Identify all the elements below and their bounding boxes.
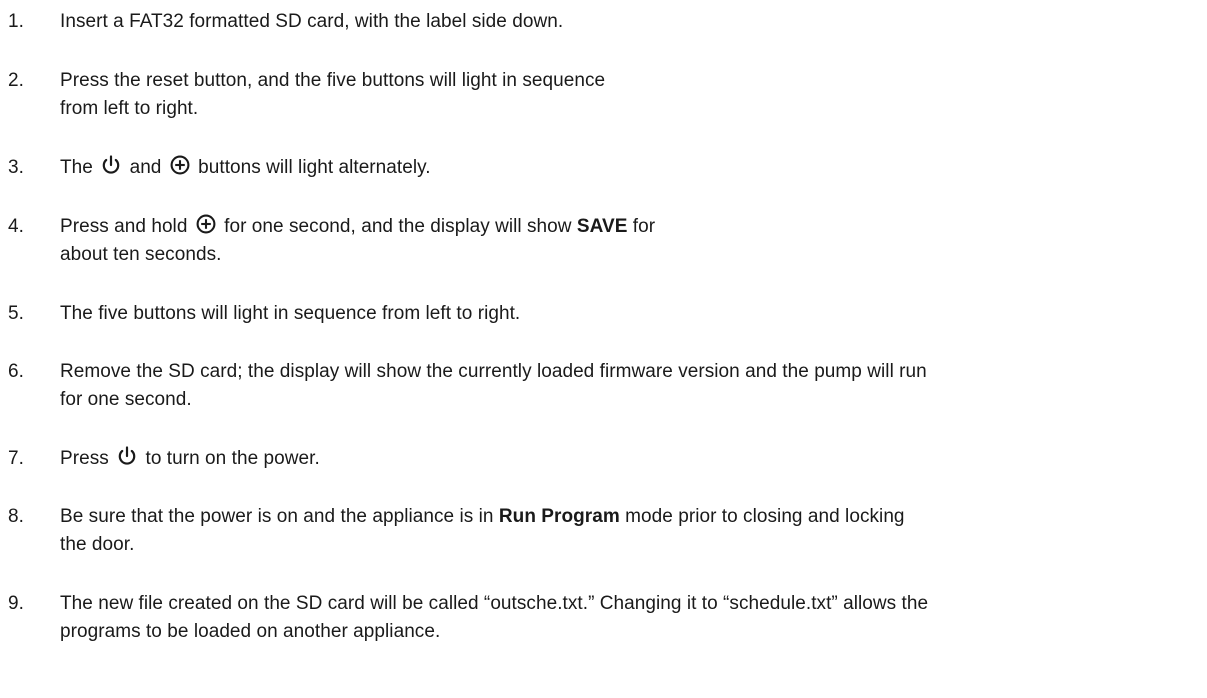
- circled-plus-icon: [195, 213, 217, 235]
- step-text: The five buttons will light in sequence …: [60, 303, 521, 324]
- step-text: for: [632, 216, 656, 237]
- step-text: mode prior to closing and locking: [625, 506, 905, 527]
- step-text-cont: for one second.: [60, 389, 192, 410]
- step-number: 8.: [8, 506, 24, 527]
- power-icon: [116, 445, 138, 467]
- step-9: 9. The new file created on the SD card w…: [8, 590, 1203, 646]
- step-number: 2.: [8, 70, 24, 91]
- step-text: The: [60, 157, 93, 178]
- step-text: and: [129, 157, 162, 178]
- step-text-cont: about ten seconds.: [60, 244, 222, 265]
- step-text: Press the reset button, and the five but…: [60, 70, 606, 91]
- step-7: 7. Press to turn on the power.: [8, 445, 1203, 473]
- step-1: 1. Insert a FAT32 formatted SD card, wit…: [8, 8, 1203, 36]
- step-number: 4.: [8, 216, 24, 237]
- step-text-cont: programs to be loaded on another applian…: [60, 621, 441, 642]
- step-text: Remove the SD card; the display will sho…: [60, 361, 927, 382]
- power-icon: [100, 154, 122, 176]
- circled-plus-icon: [169, 154, 191, 176]
- step-number: 3.: [8, 157, 24, 178]
- step-text: Press: [60, 448, 109, 469]
- step-text-cont: the door.: [60, 534, 135, 555]
- step-text: to turn on the power.: [145, 448, 320, 469]
- step-5: 5. The five buttons will light in sequen…: [8, 300, 1203, 328]
- step-text: Insert a FAT32 formatted SD card, with t…: [60, 11, 564, 32]
- step-2: 2. Press the reset button, and the five …: [8, 67, 1203, 123]
- step-text: buttons will light alternately.: [198, 157, 431, 178]
- step-number: 7.: [8, 448, 24, 469]
- step-8: 8. Be sure that the power is on and the …: [8, 503, 1203, 559]
- run-program-label: Run Program: [498, 506, 620, 527]
- step-6: 6. Remove the SD card; the display will …: [8, 358, 1203, 414]
- step-text-cont: from left to right.: [60, 98, 199, 119]
- step-number: 1.: [8, 11, 24, 32]
- step-number: 6.: [8, 361, 24, 382]
- step-text: Press and hold: [60, 216, 188, 237]
- step-text: Be sure that the power is on and the app…: [60, 506, 494, 527]
- step-4: 4. Press and hold for one second, and th…: [8, 213, 1203, 269]
- step-3: 3. The and buttons will light alternatel…: [8, 154, 1203, 182]
- step-number: 5.: [8, 303, 24, 324]
- step-text: for one second, and the display will sho…: [224, 216, 572, 237]
- step-text: The new file created on the SD card will…: [60, 593, 929, 614]
- save-label: SAVE: [576, 216, 628, 237]
- step-number: 9.: [8, 593, 24, 614]
